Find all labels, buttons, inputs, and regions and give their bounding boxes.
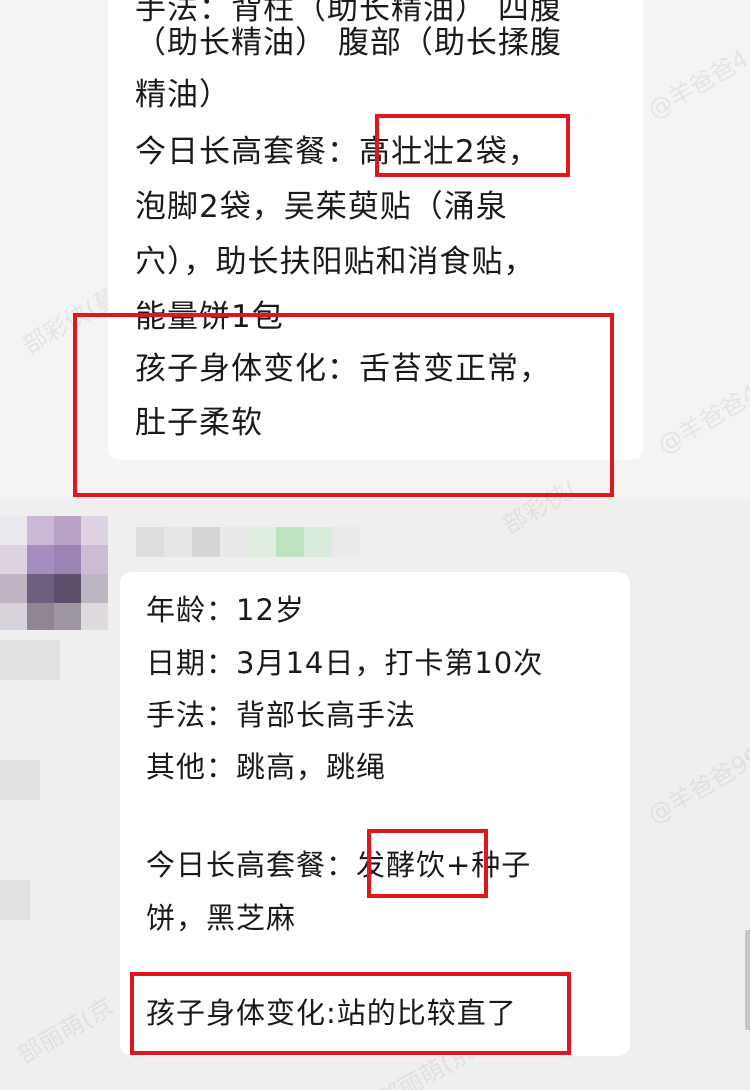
package-line: 今日长高套餐：发酵饮+种子 — [146, 848, 532, 882]
age-line: 年龄：12岁 — [146, 593, 305, 627]
message-text-line: 精油） — [135, 77, 231, 113]
message-bubble[interactable]: 年龄：12岁 日期：3月14日，打卡第10次 手法：背部长高手法 其他：跳高，跳… — [120, 572, 630, 1056]
body-change-line: 孩子身体变化:站的比较直了 — [146, 996, 517, 1030]
blurred-artifact — [0, 880, 30, 920]
message-text-line: 能量饼1包 — [135, 299, 284, 335]
avatar[interactable] — [0, 516, 108, 630]
message-text-line: （助长精油） 腹部（助长揉腹 — [135, 25, 562, 61]
chat-area: @羊爸爸4 @羊爸爸4 部彩侠( 部彩侠(蔓 @羊爸爸99 部丽萌(京 部丽萌(… — [0, 0, 750, 1090]
blurred-artifact — [0, 760, 40, 800]
blurred-artifact — [0, 640, 60, 680]
message-bubble[interactable]: 手法：背柱（助长精油） 四腹 （助长精油） 腹部（助长揉腹 精油） 今日长高套餐… — [108, 0, 643, 460]
message-text-line: 穴），助长扶阳贴和消食贴， — [135, 244, 536, 280]
message-text-line: 泡脚2袋，吴茱萸贴（涌泉 — [135, 189, 508, 225]
package-line: 饼，黑芝麻 — [146, 901, 297, 935]
other-line: 其他：跳高，跳绳 — [146, 750, 387, 784]
message-text-line: 手法：背柱（助长精油） 四腹 — [135, 0, 562, 27]
method-line: 手法：背部长高手法 — [146, 698, 417, 732]
message-text-line: 肚子柔软 — [135, 405, 263, 441]
message-text-line: 孩子身体变化：舌苔变正常， — [135, 351, 551, 387]
date-line: 日期：3月14日，打卡第10次 — [146, 646, 544, 680]
message-text-line: 今日长高套餐：高壮壮2袋， — [135, 134, 540, 170]
scrollbar[interactable] — [745, 930, 750, 1030]
